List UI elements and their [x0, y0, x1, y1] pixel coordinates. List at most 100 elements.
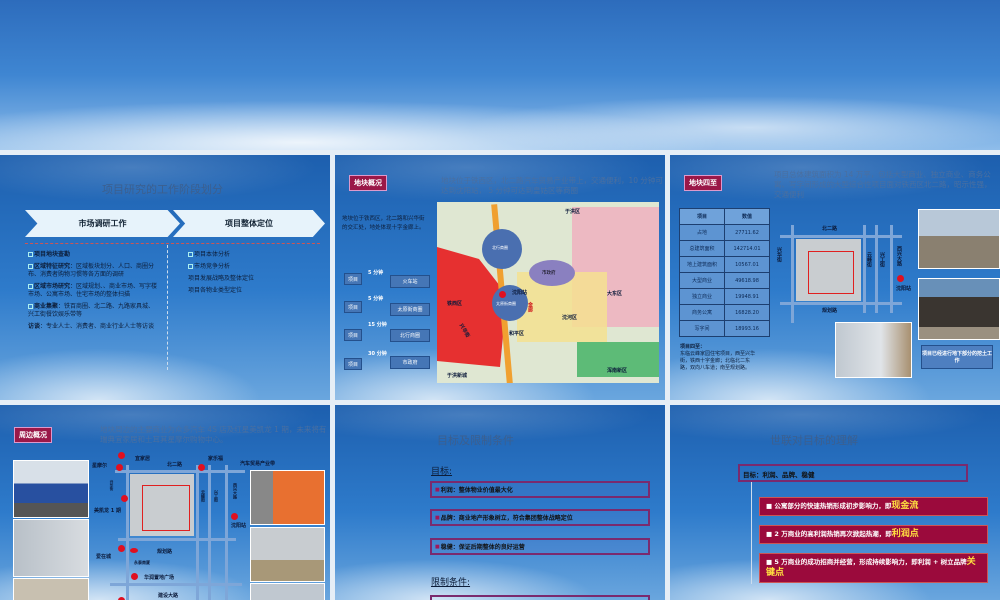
slide-goals-constraints[interactable]: 目标及限制条件 目标: 利润：整体物业价值最大化 品牌：商业地产形象树立，符合集… [335, 405, 665, 600]
slide-header: 地块周边的主要商业为众多汽车 4S 店及红星美凯龙 1 期，未来将有瑞典宜家居和… [100, 425, 327, 444]
route-destination: 北行商圈 [390, 329, 430, 342]
map-label: 于洪区 [565, 209, 581, 215]
map-label: 规划路 [157, 549, 173, 555]
goal-stability: 稳健：保证后期整体的良好运营 [430, 538, 650, 555]
map-label: 沈阳站 [231, 523, 247, 529]
route-from: 项目 [344, 358, 362, 370]
road-label: 兴工街 [879, 252, 885, 267]
slide-site-boundaries[interactable]: 地块四至 项目总体建筑面积为 14 万平，包括大型商业、独立商业、商务公寓、写字… [670, 155, 1000, 400]
route-from: 项目 [344, 273, 362, 285]
construction-photo [918, 209, 1000, 269]
map-label: 北二路 [167, 462, 183, 468]
photo-caption: 项目已经进行地下部分的挖土工作 [921, 345, 993, 369]
list-item: 项目地块查勘 [28, 251, 158, 259]
route-time: 15 分钟 [368, 322, 387, 328]
store-photo [250, 527, 325, 582]
section-badge: 周边概况 [14, 427, 52, 443]
map-label: 于洪新城 [447, 373, 468, 379]
square-bullet-icon [28, 252, 33, 257]
goal-summary: 目标：利润、品牌、稳健 [738, 464, 968, 482]
route-from: 项目 [344, 329, 362, 341]
road-label: 北二路 [822, 226, 838, 232]
map-label: 市政府 [542, 271, 556, 276]
chevron-market-research: 市场调研工作 [25, 210, 180, 237]
list-item: 项目本体分析 [188, 251, 318, 259]
square-bullet-icon [188, 264, 193, 269]
store-photo [250, 470, 325, 525]
map-label: 华润置地广场 [144, 575, 175, 581]
station-marker-icon [897, 275, 904, 282]
list-item: 项目发展战略及整体定位 [188, 275, 255, 282]
sky-banner-image [0, 0, 1000, 150]
road-label: 兴华街 [776, 247, 782, 262]
section-badge: 地块四至 [684, 175, 722, 191]
route-time: 5 分钟 [368, 270, 384, 276]
map-label: 浑南新区 [607, 368, 628, 374]
constraints-heading: 限制条件: [431, 578, 471, 588]
slide-surroundings[interactable]: 周边概况 地块周边的主要商业为众多汽车 4S 店及红星美凯龙 1 期，未来将有瑞… [0, 405, 330, 600]
map-label: 铁西区 [447, 301, 463, 307]
map-label: 沈河区 [562, 315, 578, 321]
slide-title: 目标及限制条件 [437, 434, 514, 447]
slide-header: 地块位于铁西区，北二路汽车贸易产业带上，交通便利，10 分钟可达到沈阳站， 5 … [441, 176, 663, 195]
slide-goal-understanding[interactable]: 世联对目标的理解 目标：利润、品牌、稳健 ■ 公寓部分的快速热销形成初步影响力，… [670, 405, 1000, 600]
route-time: 5 分钟 [368, 296, 384, 302]
map-label: 太原街商圈 [496, 301, 516, 306]
point-profit: ■ 2 万商业的高利润热销再次掀起热潮，即利润点 [759, 525, 988, 544]
city-map[interactable]: 北行商圈 市政府 太原街商圈 沈阳站 铁西区 沈河区 和平区 大东区 于洪区 于… [437, 202, 659, 383]
map-label: 宜家居 [135, 456, 151, 462]
map-label: 兴华街 [110, 480, 114, 491]
square-bullet-icon [188, 252, 193, 257]
slide-header: 项目总体建筑面积为 14 万平，包括大型商业、独立商业、商务公寓、写字间形成的大… [774, 170, 992, 199]
goal-brand: 品牌：商业地产形象树立，符合集团整体战略定位 [430, 509, 650, 526]
route-time: 30 分钟 [368, 351, 387, 357]
list-item: 商业集聚：铁百商圈、北二路、九路家具城、兴工街餐饮娱乐带等 [28, 303, 155, 318]
map-label: 家乐福 [208, 456, 224, 462]
site-marker-icon [499, 291, 506, 298]
route-from: 项目 [344, 301, 362, 313]
map-label: 西兴大路 [233, 483, 238, 499]
right-list: 项目本体分析 市场竞争分析 项目发展战略及整体定位 项目各物业类型定位 [188, 251, 318, 299]
list-item: 区域特征研究：区域板块划分、人口、商圈分布、消费者购物习惯等各方面的调研 [28, 263, 155, 278]
map-label: 建设大路 [158, 593, 179, 599]
map-label: 兴工街 [214, 490, 219, 502]
map-label: 永泰商厦 [134, 560, 150, 565]
route-destination: 市政府 [390, 356, 430, 369]
road-label: 规划路 [822, 308, 838, 314]
map-label: 星摩尔 [92, 463, 108, 469]
map-label: 美凯龙 1 期 [94, 508, 121, 514]
road-label: 沈阳站 [896, 286, 912, 292]
list-item: 访谈：专业人士、消费者、商业行业人士等访谈 [28, 323, 155, 330]
map-label: 北行商圈 [492, 245, 508, 250]
map-label: 爱在城 [96, 554, 112, 560]
store-photo [13, 578, 89, 600]
road-label: 云峰街 [866, 252, 872, 267]
truck-photo [835, 322, 912, 378]
list-item: 区域市场研究：区域规划、、商业市场、写字楼市场、公寓市场、住宅市场的整体扫描 [28, 283, 158, 298]
store-photo [13, 519, 89, 577]
store-photo [13, 460, 89, 518]
point-key: ■ 5 万商业的成功招商并经营，形成持续影响力，即利润 + 树立品牌关键点 [759, 553, 988, 583]
left-list: 项目地块查勘 区域特征研究：区域板块划分、人口、商圈分布、消费者购物习惯等各方面… [28, 251, 158, 335]
store-photo [250, 583, 325, 600]
slide-work-stages[interactable]: 项目研究的工作阶段划分 市场调研工作 项目整体定位 项目地块查勘 区域特征研究：… [0, 155, 330, 400]
goals-heading: 目标: [431, 467, 453, 477]
point-cashflow: ■ 公寓部分的快速热销形成初步影响力，即现金流 [759, 497, 988, 516]
map-label: 汽车贸易产业带 [240, 461, 276, 467]
map-label: 金廊 [527, 302, 533, 312]
site-note: 地块位于铁西区，北二路和兴华街的交汇处，地处体现十字金廊上。 [342, 216, 425, 231]
map-label: 云峰街 [201, 490, 206, 502]
route-destination: 火车站 [390, 275, 430, 288]
square-bullet-icon [28, 264, 33, 269]
slide-site-overview[interactable]: 地块概况 地块位于铁西区，北二路汽车贸易产业带上，交通便利，10 分钟可达到沈阳… [335, 155, 665, 400]
list-item: 市场竞争分析 [188, 263, 318, 271]
square-bullet-icon [28, 304, 33, 309]
map-label: 沈阳站 [512, 290, 528, 296]
slide-title: 项目研究的工作阶段划分 [102, 183, 223, 196]
route-destination: 太原街商圈 [390, 303, 430, 316]
square-bullet-icon [28, 284, 33, 289]
divider [25, 243, 320, 244]
slide-title: 世联对目标的理解 [770, 434, 858, 447]
road-label: 西兴大路 [896, 246, 902, 266]
boundary-note: 项目四至： 东临云峰家园住宅项目，西至兴华街，铁西十字金廊；北临北二东路，双向八车… [680, 344, 756, 371]
